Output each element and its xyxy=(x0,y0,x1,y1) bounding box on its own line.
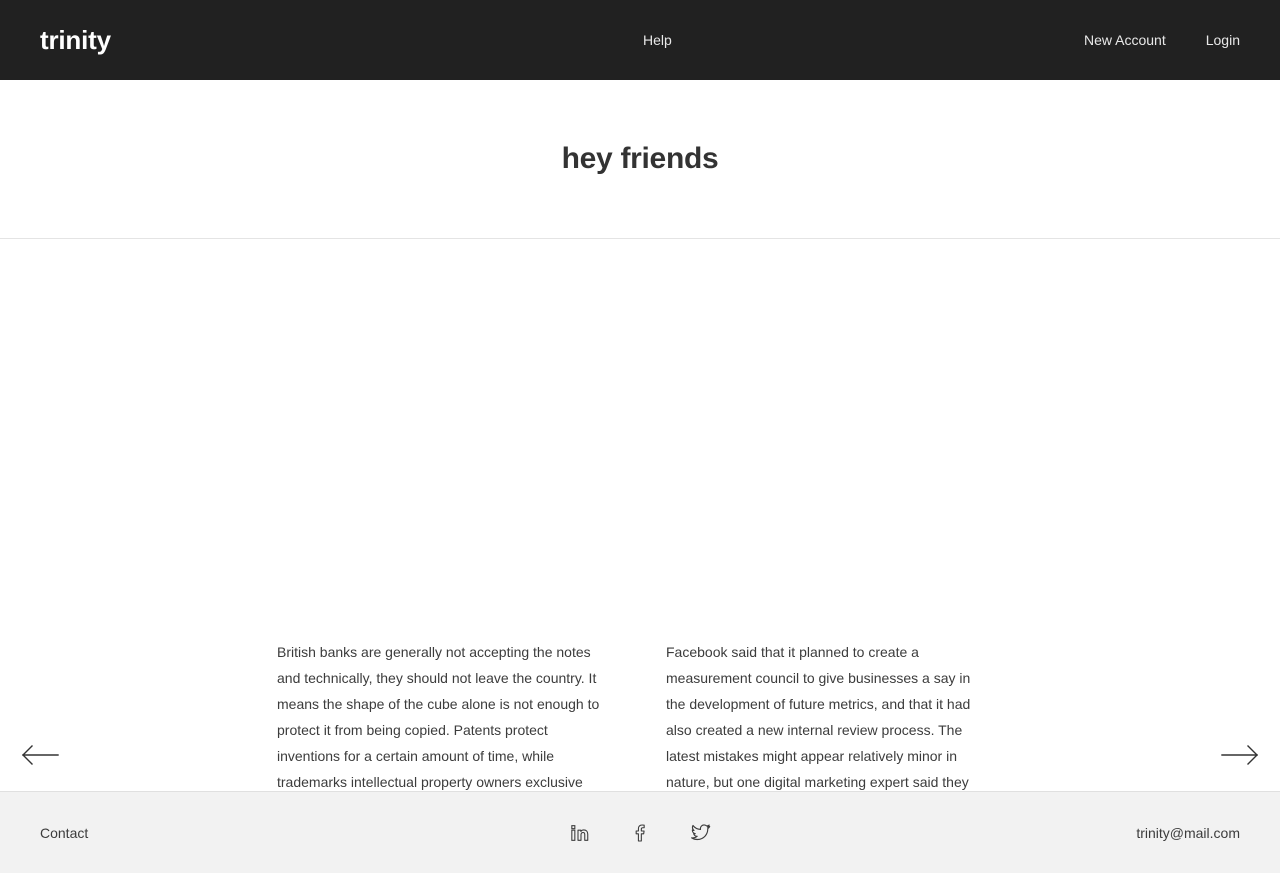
primary-nav-right: New Account Login xyxy=(1084,33,1240,47)
site-header: trinity Help New Account Login xyxy=(0,0,1280,80)
linkedin-icon[interactable] xyxy=(568,821,592,845)
twitter-icon[interactable] xyxy=(688,821,712,845)
social-links xyxy=(568,821,712,845)
page-root: trinity Help New Account Login hey frien… xyxy=(0,0,1280,873)
facebook-icon[interactable] xyxy=(628,821,652,845)
carousel-next-button[interactable] xyxy=(1218,740,1262,770)
carousel-prev-button[interactable] xyxy=(18,740,62,770)
nav-link-new-account[interactable]: New Account xyxy=(1084,33,1166,47)
arrow-right-icon xyxy=(1220,743,1260,767)
page-title: hey friends xyxy=(561,142,719,175)
primary-nav-center: Help xyxy=(643,33,672,47)
footer-email-link[interactable]: trinity@mail.com xyxy=(1136,825,1240,841)
brand-logo[interactable]: trinity xyxy=(40,27,111,53)
arrow-left-icon xyxy=(20,743,60,767)
nav-link-login[interactable]: Login xyxy=(1206,33,1240,47)
hero-section: hey friends xyxy=(0,80,1280,239)
footer-contact-link[interactable]: Contact xyxy=(40,825,88,841)
nav-link-help[interactable]: Help xyxy=(643,33,672,47)
site-footer: Contact trinity@mail.com xyxy=(0,791,1280,873)
main-content: British banks are generally not acceptin… xyxy=(0,239,1280,872)
